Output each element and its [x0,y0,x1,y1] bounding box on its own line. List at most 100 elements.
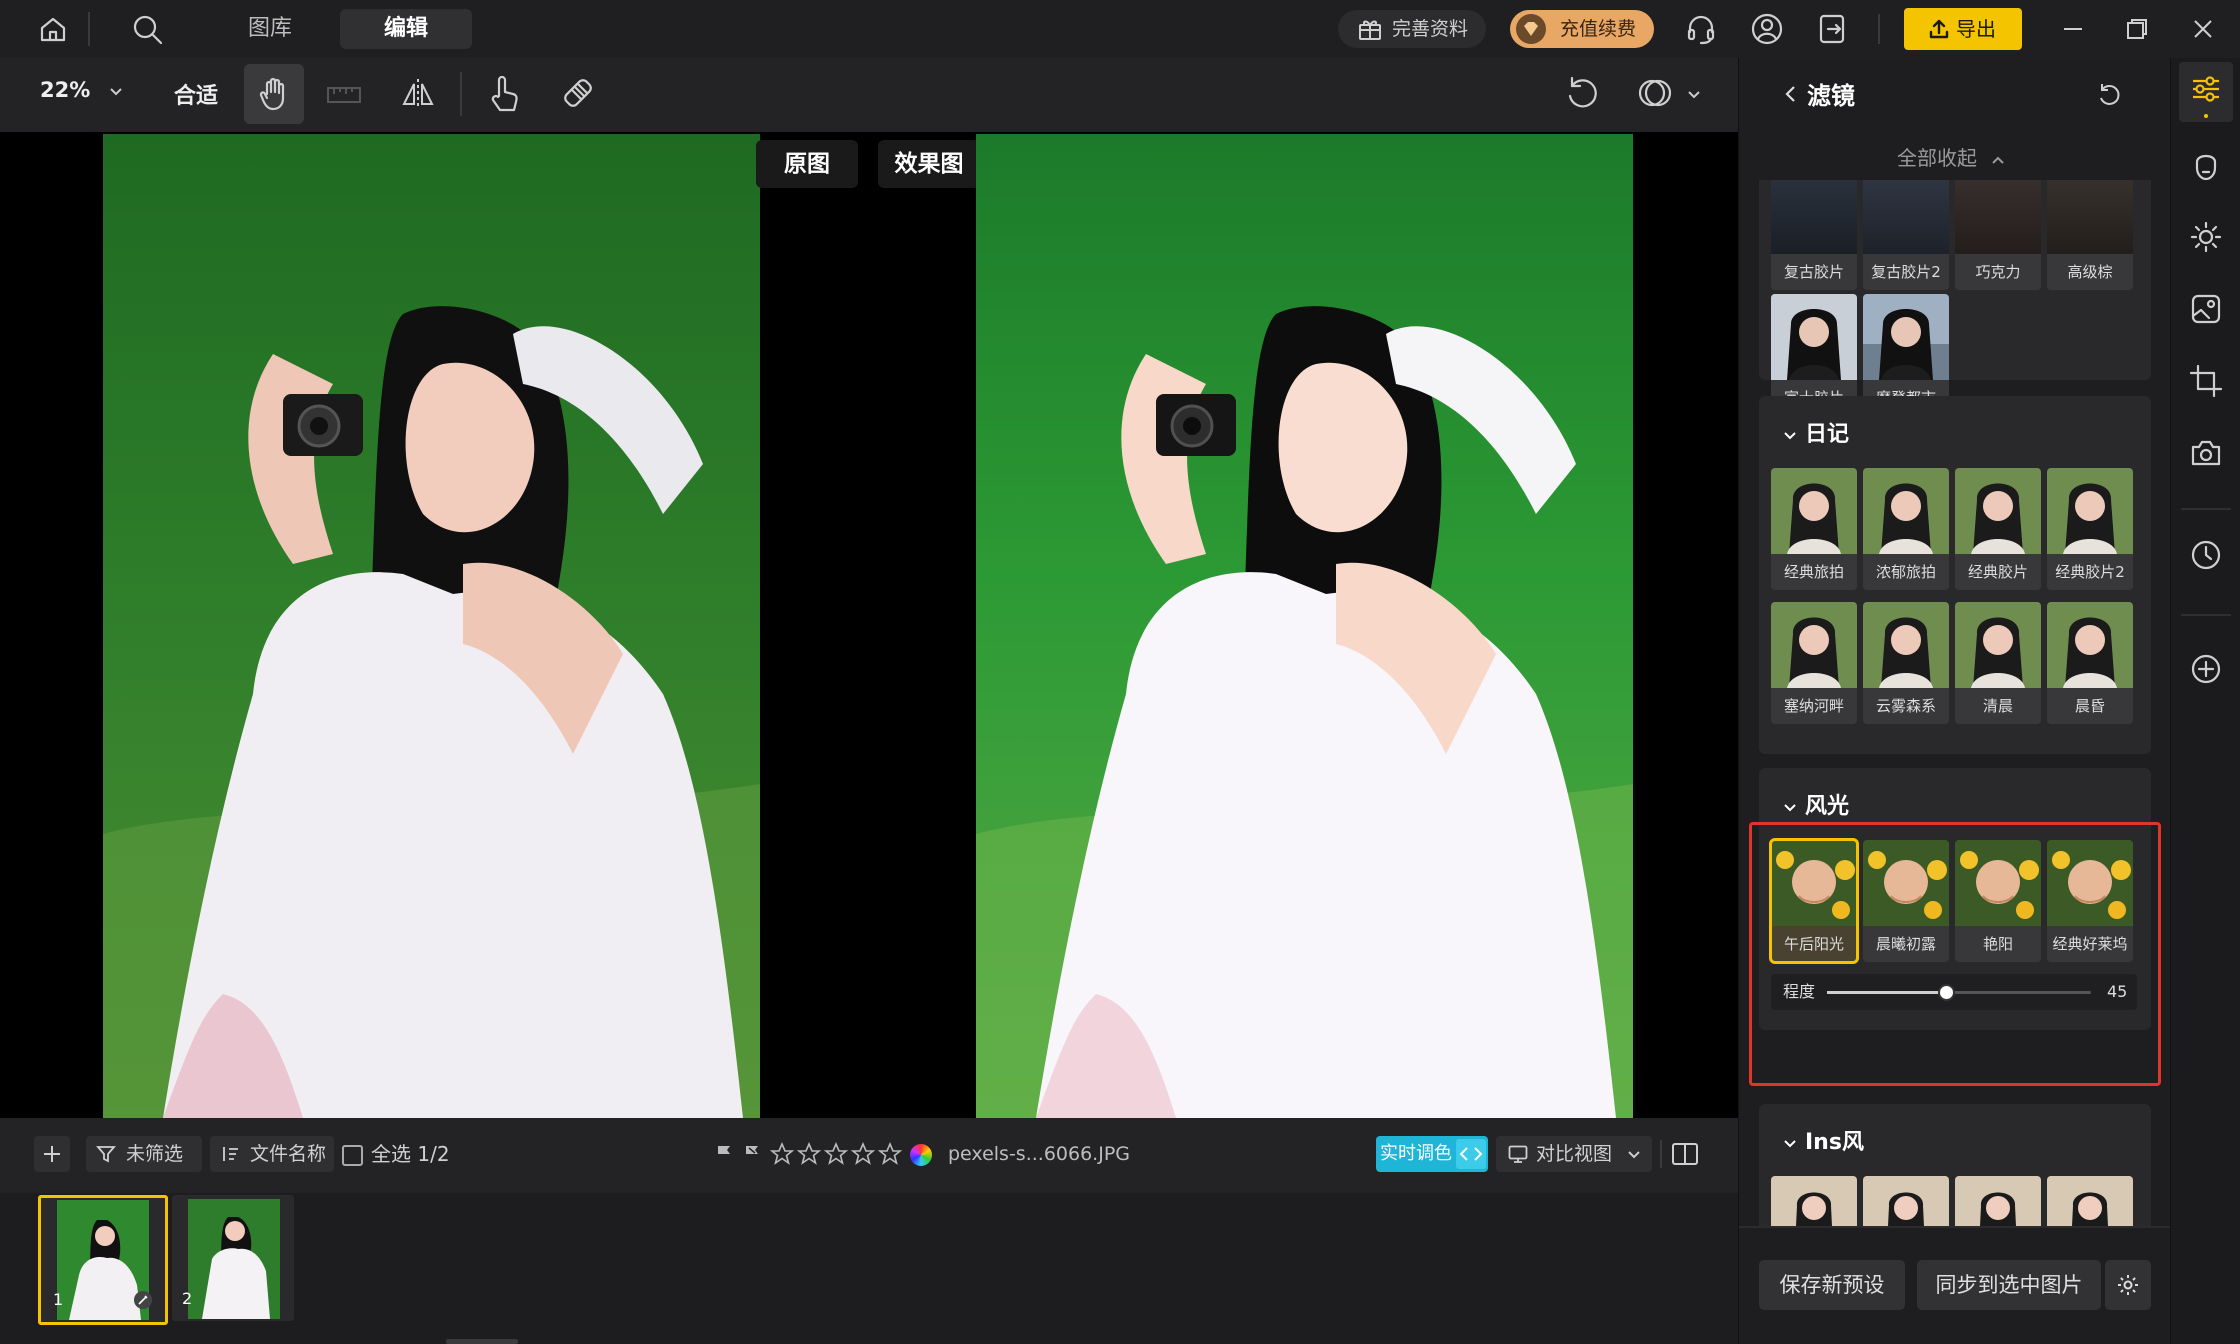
group-header-scenery[interactable]: 风光 [1781,788,1849,820]
filter-preview-image [1771,180,1857,254]
back-chevron-icon[interactable] [1781,82,1801,106]
search-icon[interactable] [130,12,164,46]
filter-dusk[interactable]: 晨昏 [2047,602,2133,724]
filter-preview-image [1955,1176,2041,1228]
eraser-icon[interactable] [558,74,598,114]
home-icon[interactable] [38,14,68,44]
sort-button[interactable]: 文件名称 [210,1136,334,1172]
film-thumb-2[interactable]: 2 [172,1195,294,1321]
history-icon[interactable] [2189,538,2223,572]
filter-list[interactable]: 复古胶片 复古胶片2 巧克力 高级棕 富士胶片 摩登都市 日记 经典旅拍 [1739,180,2171,1228]
filter-ins-3[interactable] [1955,1176,2041,1228]
face-icon[interactable] [2189,148,2223,182]
filter-seine[interactable]: 塞纳河畔 [1771,602,1857,724]
flag-icon[interactable] [714,1144,734,1164]
edit-toolbar: 22% 合适 [0,58,1738,133]
minimize-icon[interactable] [2058,14,2088,44]
filter-bright-sun[interactable]: 艳阳 [1955,840,2041,962]
effect-photo[interactable] [976,134,1633,1118]
filter-classic-travel[interactable]: 经典旅拍 [1771,468,1857,590]
filter-ins-1[interactable] [1771,1176,1857,1228]
add-circle-icon[interactable] [2189,652,2223,686]
filter-retro-film-2[interactable]: 复古胶片2 [1863,180,1949,290]
realtime-toggle[interactable]: 实时调色 [1376,1136,1488,1172]
degree-slider-handle[interactable] [1937,984,1955,1001]
flag-reject-icon[interactable] [742,1144,762,1164]
filter-preview-image [2047,1176,2133,1228]
hand-tool-button[interactable] [244,64,304,124]
filter-morning[interactable]: 清晨 [1955,602,2041,724]
recharge-button[interactable]: 充值续费 [1510,10,1654,48]
sun-icon[interactable] [2189,220,2223,254]
filter-ins-4[interactable] [2047,1176,2133,1228]
tab-edit[interactable]: 编辑 [340,9,472,49]
tab-gallery[interactable]: 图库 [220,9,320,49]
filmstrip: 1 2 [0,1193,1738,1344]
sync-button[interactable]: 同步到选中图片 [1917,1260,2101,1310]
camera-icon[interactable] [2189,436,2223,470]
export-button[interactable]: 导出 [1904,8,2022,50]
color-label-icon[interactable] [910,1144,932,1166]
filter-classic-film[interactable]: 经典胶片 [1955,468,2041,590]
diamond-icon [1516,14,1546,44]
filter-retro-film[interactable]: 复古胶片 [1771,180,1857,290]
crop-icon[interactable] [2189,364,2223,398]
filter-premium-brown[interactable]: 高级棕 [2047,180,2133,290]
touch-icon[interactable] [486,74,522,114]
image-canvas[interactable]: 原图 效果图 [0,132,1738,1118]
code-icon [1456,1139,1486,1169]
filter-preview-image [1771,840,1857,926]
fit-button[interactable]: 合适 [174,78,218,110]
group-header-diary[interactable]: 日记 [1781,416,1849,448]
select-all-checkbox[interactable]: 全选 1/2 [342,1136,450,1172]
split-view-icon[interactable] [1670,1140,1700,1168]
degree-label: 程度 [1783,982,1816,1001]
film-thumb-1[interactable]: 1 [38,1195,168,1325]
restore-icon[interactable] [2122,14,2152,44]
save-preset-button[interactable]: 保存新预设 [1759,1260,1905,1310]
filter-chocolate[interactable]: 巧克力 [1955,180,2041,290]
filter-group-ins: Ins风 [1759,1104,2151,1228]
filter-ins-2[interactable] [1863,1176,1949,1228]
filter-afternoon-sun[interactable]: 午后阳光 [1769,838,1859,964]
group-header-ins[interactable]: Ins风 [1781,1124,1864,1156]
headset-icon[interactable] [1684,12,1718,46]
degree-slider-track[interactable] [1827,984,2091,1001]
filter-classic-film-2[interactable]: 经典胶片2 [2047,468,2133,590]
original-photo[interactable] [103,134,760,1118]
star-rating[interactable] [770,1142,908,1166]
complete-profile-button[interactable]: 完善资料 [1338,10,1486,48]
ruler-icon[interactable] [326,80,362,110]
filter-dawn[interactable]: 晨曦初露 [1863,840,1949,962]
chevron-down-icon [1624,1144,1644,1164]
rail-adjust-active[interactable] [2179,62,2233,122]
reset-icon[interactable] [2095,80,2125,110]
collapse-all-button[interactable]: 全部收起 [1897,142,2007,171]
filter-classic-hollywood[interactable]: 经典好莱坞 [2047,840,2133,962]
user-icon[interactable] [1750,12,1784,46]
chevron-down-icon[interactable] [1684,84,1704,104]
filter-button[interactable]: 未筛选 [86,1136,202,1172]
compare-view-select[interactable]: 对比视图 [1496,1136,1652,1172]
effect-label[interactable]: 效果图 [878,140,980,188]
panel-title: 滤镜 [1807,82,1855,110]
filter-misty-forest[interactable]: 云雾森系 [1863,602,1949,724]
filter-preview-image [1955,602,2041,688]
original-label[interactable]: 原图 [756,140,858,188]
image-edit-icon[interactable] [2189,292,2223,326]
flip-icon[interactable] [400,76,436,112]
zoom-select[interactable]: 22% [40,78,126,102]
logout-icon[interactable] [1816,12,1850,46]
degree-slider-row: 程度 45 [1771,974,2137,1010]
close-icon[interactable] [2188,14,2218,44]
sync-settings-button[interactable] [2105,1260,2151,1310]
filter-preview-image [1863,180,1949,254]
add-button[interactable] [34,1136,70,1172]
compare-icon[interactable] [1636,74,1676,112]
undo-icon[interactable] [1564,74,1602,112]
edited-badge-icon [133,1290,153,1310]
hand-icon [258,76,292,112]
filmstrip-scrollbar[interactable] [446,1339,518,1344]
filter-rich-travel[interactable]: 浓郁旅拍 [1863,468,1949,590]
filter-preview-image [1771,1176,1857,1228]
